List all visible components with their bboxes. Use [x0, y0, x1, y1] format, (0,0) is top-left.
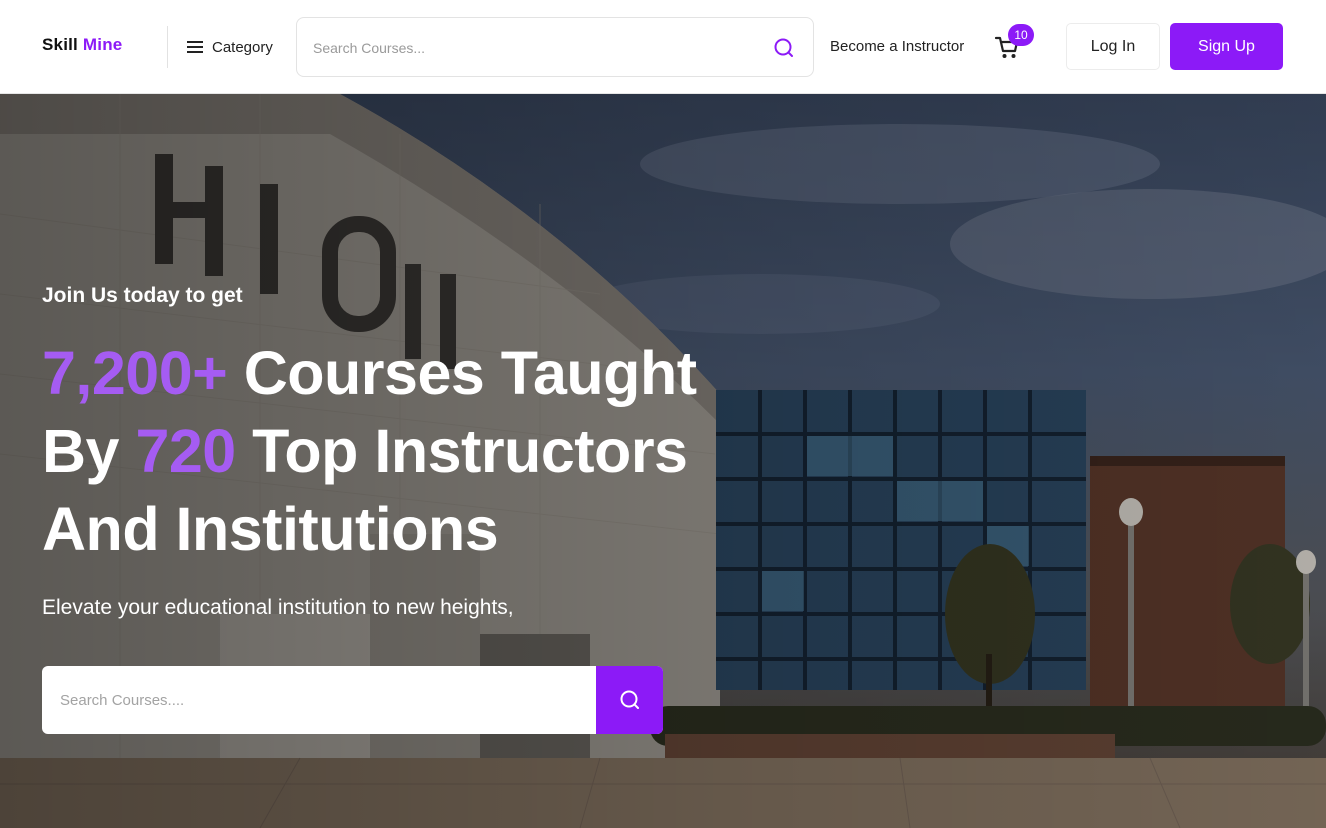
category-label: Category: [212, 38, 273, 56]
signup-button[interactable]: Sign Up: [1170, 23, 1283, 70]
search-icon[interactable]: [773, 37, 795, 59]
hero-search-input[interactable]: [60, 686, 580, 714]
courses-text: Courses Taught: [227, 339, 697, 407]
logo-text-accent: Mine: [82, 35, 123, 54]
logo-text-main: Skill: [42, 35, 78, 54]
logo[interactable]: Skill Mine: [42, 35, 122, 55]
courses-count: 7,200+: [42, 339, 228, 407]
hero-section: Join Us today to get 7,200+ Courses Taug…: [0, 94, 1326, 828]
cart-count-badge: 10: [1008, 24, 1034, 46]
header-search-box: [296, 17, 814, 77]
by-text: By: [42, 417, 136, 485]
instructors-count: 720: [135, 417, 236, 485]
header-divider: [167, 26, 168, 68]
hero-search-button[interactable]: [596, 666, 663, 734]
hero-search-box: [42, 666, 663, 734]
login-button[interactable]: Log In: [1066, 23, 1160, 70]
header-search-input[interactable]: [313, 34, 743, 62]
hero-eyebrow: Join Us today to get: [42, 284, 243, 307]
hero-subtitle: Elevate your educational institution to …: [42, 596, 514, 619]
institutions-text: And Institutions: [42, 495, 499, 563]
category-menu-button[interactable]: Category: [187, 35, 273, 59]
search-icon: [620, 690, 639, 709]
top-navbar: Skill Mine Category Become a Instructor …: [0, 0, 1326, 94]
become-instructor-link[interactable]: Become a Instructor: [830, 38, 964, 55]
instructors-text: Top Instructors: [235, 417, 688, 485]
hamburger-icon: [187, 41, 203, 53]
hero-headline: 7,200+ Courses Taught By 720 Top Instruc…: [42, 334, 862, 568]
